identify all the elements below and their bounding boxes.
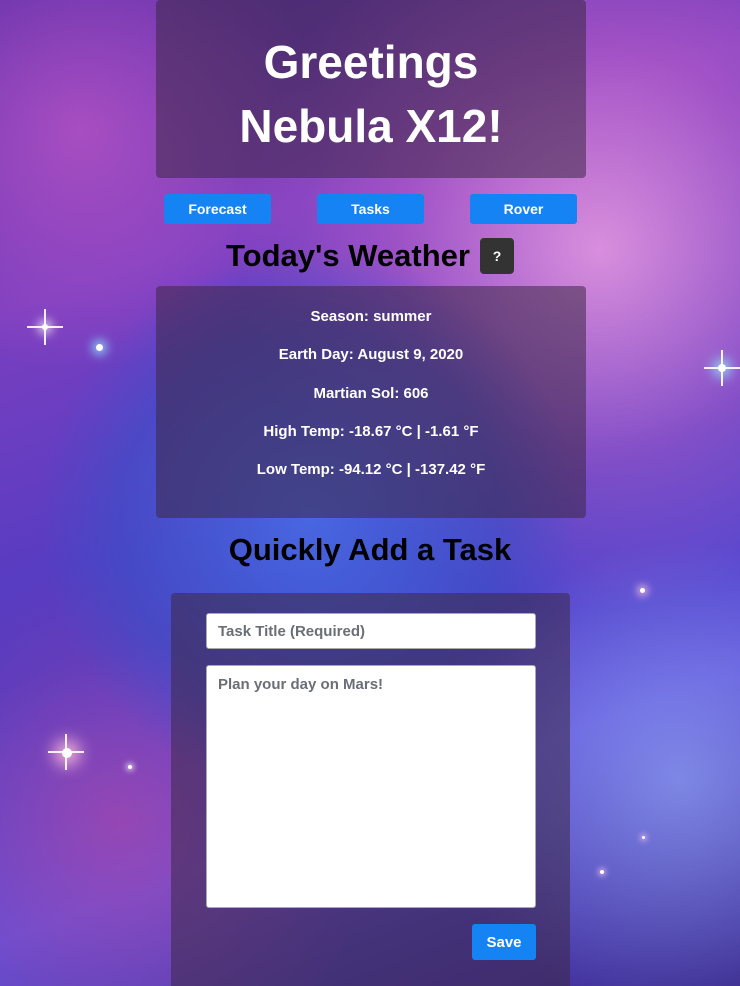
earth-day-text: Earth Day: August 9, 2020 — [278, 346, 464, 363]
low-temp-text: Low Temp: -94.12 °C | -137.42 °F — [256, 461, 486, 478]
martian-sol-text: Martian Sol: 606 — [313, 385, 429, 402]
star — [642, 836, 645, 839]
high-temp-text: High Temp: -18.67 °C | -1.61 °F — [263, 423, 479, 440]
task-title-input[interactable] — [206, 613, 536, 649]
star — [640, 588, 645, 593]
greeting-heading: Greetings Nebula X12! — [156, 30, 586, 158]
star — [128, 765, 132, 769]
greeting-panel: Greetings Nebula X12! — [156, 0, 586, 178]
rover-button[interactable]: Rover — [470, 194, 577, 224]
task-body-textarea[interactable] — [206, 665, 536, 908]
save-button[interactable]: Save — [472, 924, 536, 960]
tasks-button[interactable]: Tasks — [317, 194, 424, 224]
greeting-line-1: Greetings — [263, 36, 479, 88]
star — [600, 870, 604, 874]
greeting-line-2: Nebula X12! — [239, 100, 503, 152]
task-section-heading: Quickly Add a Task — [228, 532, 512, 567]
weather-title: Today's Weather — [226, 238, 470, 273]
weather-help-button[interactable]: ? — [479, 238, 514, 274]
star — [62, 748, 72, 758]
star — [96, 344, 103, 351]
weather-section-heading: Today's Weather ? — [0, 238, 740, 274]
forecast-button[interactable]: Forecast — [164, 194, 271, 224]
season-text: Season: summer — [310, 308, 432, 325]
weather-panel: Season: summer Earth Day: August 9, 2020… — [156, 286, 586, 518]
